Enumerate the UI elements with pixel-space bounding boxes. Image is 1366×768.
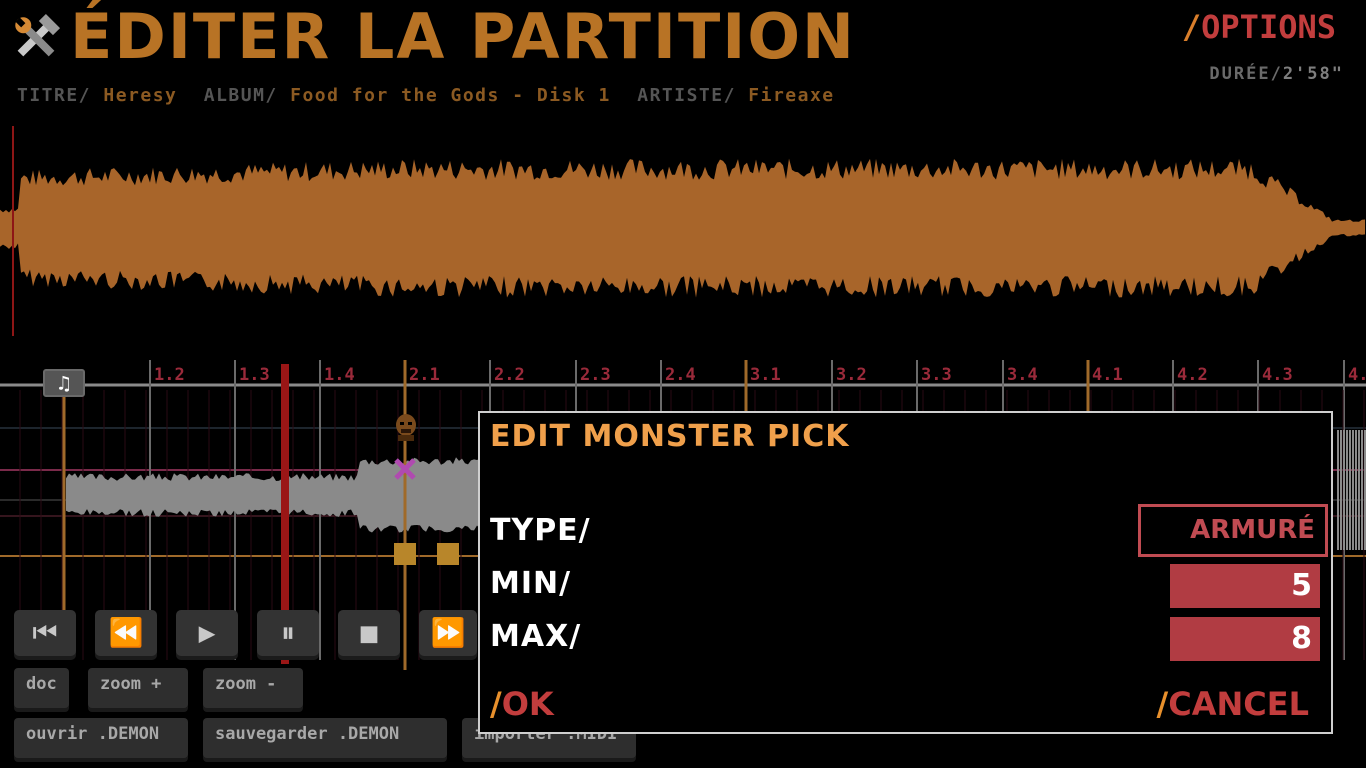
cancel-slash: /	[1156, 685, 1169, 723]
max-label: MAX/	[490, 619, 582, 654]
duration-readout: DURÉE/2'58"	[1209, 64, 1344, 84]
measure-label: 4.1	[1092, 365, 1123, 385]
measure-label: 2.1	[409, 365, 440, 385]
measure-label: 2.2	[494, 365, 525, 385]
ok-button[interactable]: /OK	[490, 685, 554, 723]
album-label: ALBUM/	[203, 85, 278, 106]
fast-forward-button[interactable]: ⏩	[419, 610, 477, 656]
duration-value: 2'58"	[1282, 64, 1344, 84]
pause-button[interactable]: ⏸	[257, 610, 319, 656]
pick-end-handle[interactable]	[437, 543, 459, 565]
save-demon-button[interactable]: sauvegarder .DEMON	[203, 718, 447, 758]
measure-label: 3.1	[750, 365, 781, 385]
page-title: ÉDITER LA PARTITION	[70, 0, 856, 73]
type-select[interactable]: ARMURÉ	[1138, 504, 1328, 557]
skip-to-start-button[interactable]: ⏮	[14, 610, 76, 656]
song-waveform[interactable]	[0, 118, 1366, 340]
measure-label: 2.3	[580, 365, 611, 385]
type-label: TYPE/	[490, 513, 591, 548]
dialog-title: EDIT MONSTER PICK	[490, 419, 850, 454]
min-field[interactable]: 5	[1170, 564, 1320, 608]
ok-label: OK	[501, 685, 554, 723]
play-button[interactable]: ▶	[176, 610, 238, 656]
min-label: MIN/	[490, 566, 572, 601]
options-slash: /	[1181, 8, 1202, 46]
max-field[interactable]: 8	[1170, 617, 1320, 661]
measure-label: 1.2	[154, 365, 185, 385]
measure-label: 1.3	[239, 365, 270, 385]
pick-start-handle[interactable]	[394, 543, 416, 565]
doc-button[interactable]: doc	[14, 668, 69, 708]
measure-label: 4.3	[1262, 365, 1293, 385]
artist-value: Fireaxe	[748, 85, 835, 106]
duration-label: DURÉE/	[1209, 64, 1283, 84]
tools-icon	[15, 13, 61, 57]
cancel-button[interactable]: /CANCEL	[1157, 685, 1309, 723]
measure-label: 4.	[1348, 365, 1366, 385]
waveform-shape	[0, 158, 1365, 298]
waveform-position-marker	[12, 126, 14, 336]
track-waveform	[66, 457, 480, 533]
note-marker-button[interactable]: ♫	[43, 369, 85, 397]
zoom-in-button[interactable]: zoom +	[88, 668, 188, 708]
zoom-out-button[interactable]: zoom -	[203, 668, 303, 708]
options-button[interactable]: /OPTIONS	[1182, 8, 1336, 46]
rewind-button[interactable]: ⏪	[95, 610, 157, 656]
measure-label: 3.3	[921, 365, 952, 385]
album-value: Food for the Gods - Disk 1	[290, 85, 611, 106]
stop-button[interactable]: ■	[338, 610, 400, 656]
title-value: Heresy	[103, 85, 178, 106]
measure-label: 3.2	[836, 365, 867, 385]
cancel-label: CANCEL	[1168, 685, 1309, 723]
measure-label: 4.2	[1177, 365, 1208, 385]
artist-label: ARTISTE/	[637, 85, 736, 106]
options-label: OPTIONS	[1201, 8, 1336, 46]
measure-label: 1.4	[324, 365, 355, 385]
measure-label: 2.4	[665, 365, 696, 385]
open-demon-button[interactable]: ouvrir .DEMON	[14, 718, 188, 758]
monster-icon	[396, 414, 416, 441]
song-metadata: TITRE/ Heresy ALBUM/ Food for the Gods -…	[17, 85, 849, 106]
title-label: TITRE/	[17, 85, 92, 106]
ok-slash: /	[490, 685, 502, 723]
edit-monster-pick-dialog: EDIT MONSTER PICK TYPE/ ARMURÉ MIN/ 5 MA…	[478, 411, 1333, 734]
measure-label: 3.4	[1007, 365, 1038, 385]
